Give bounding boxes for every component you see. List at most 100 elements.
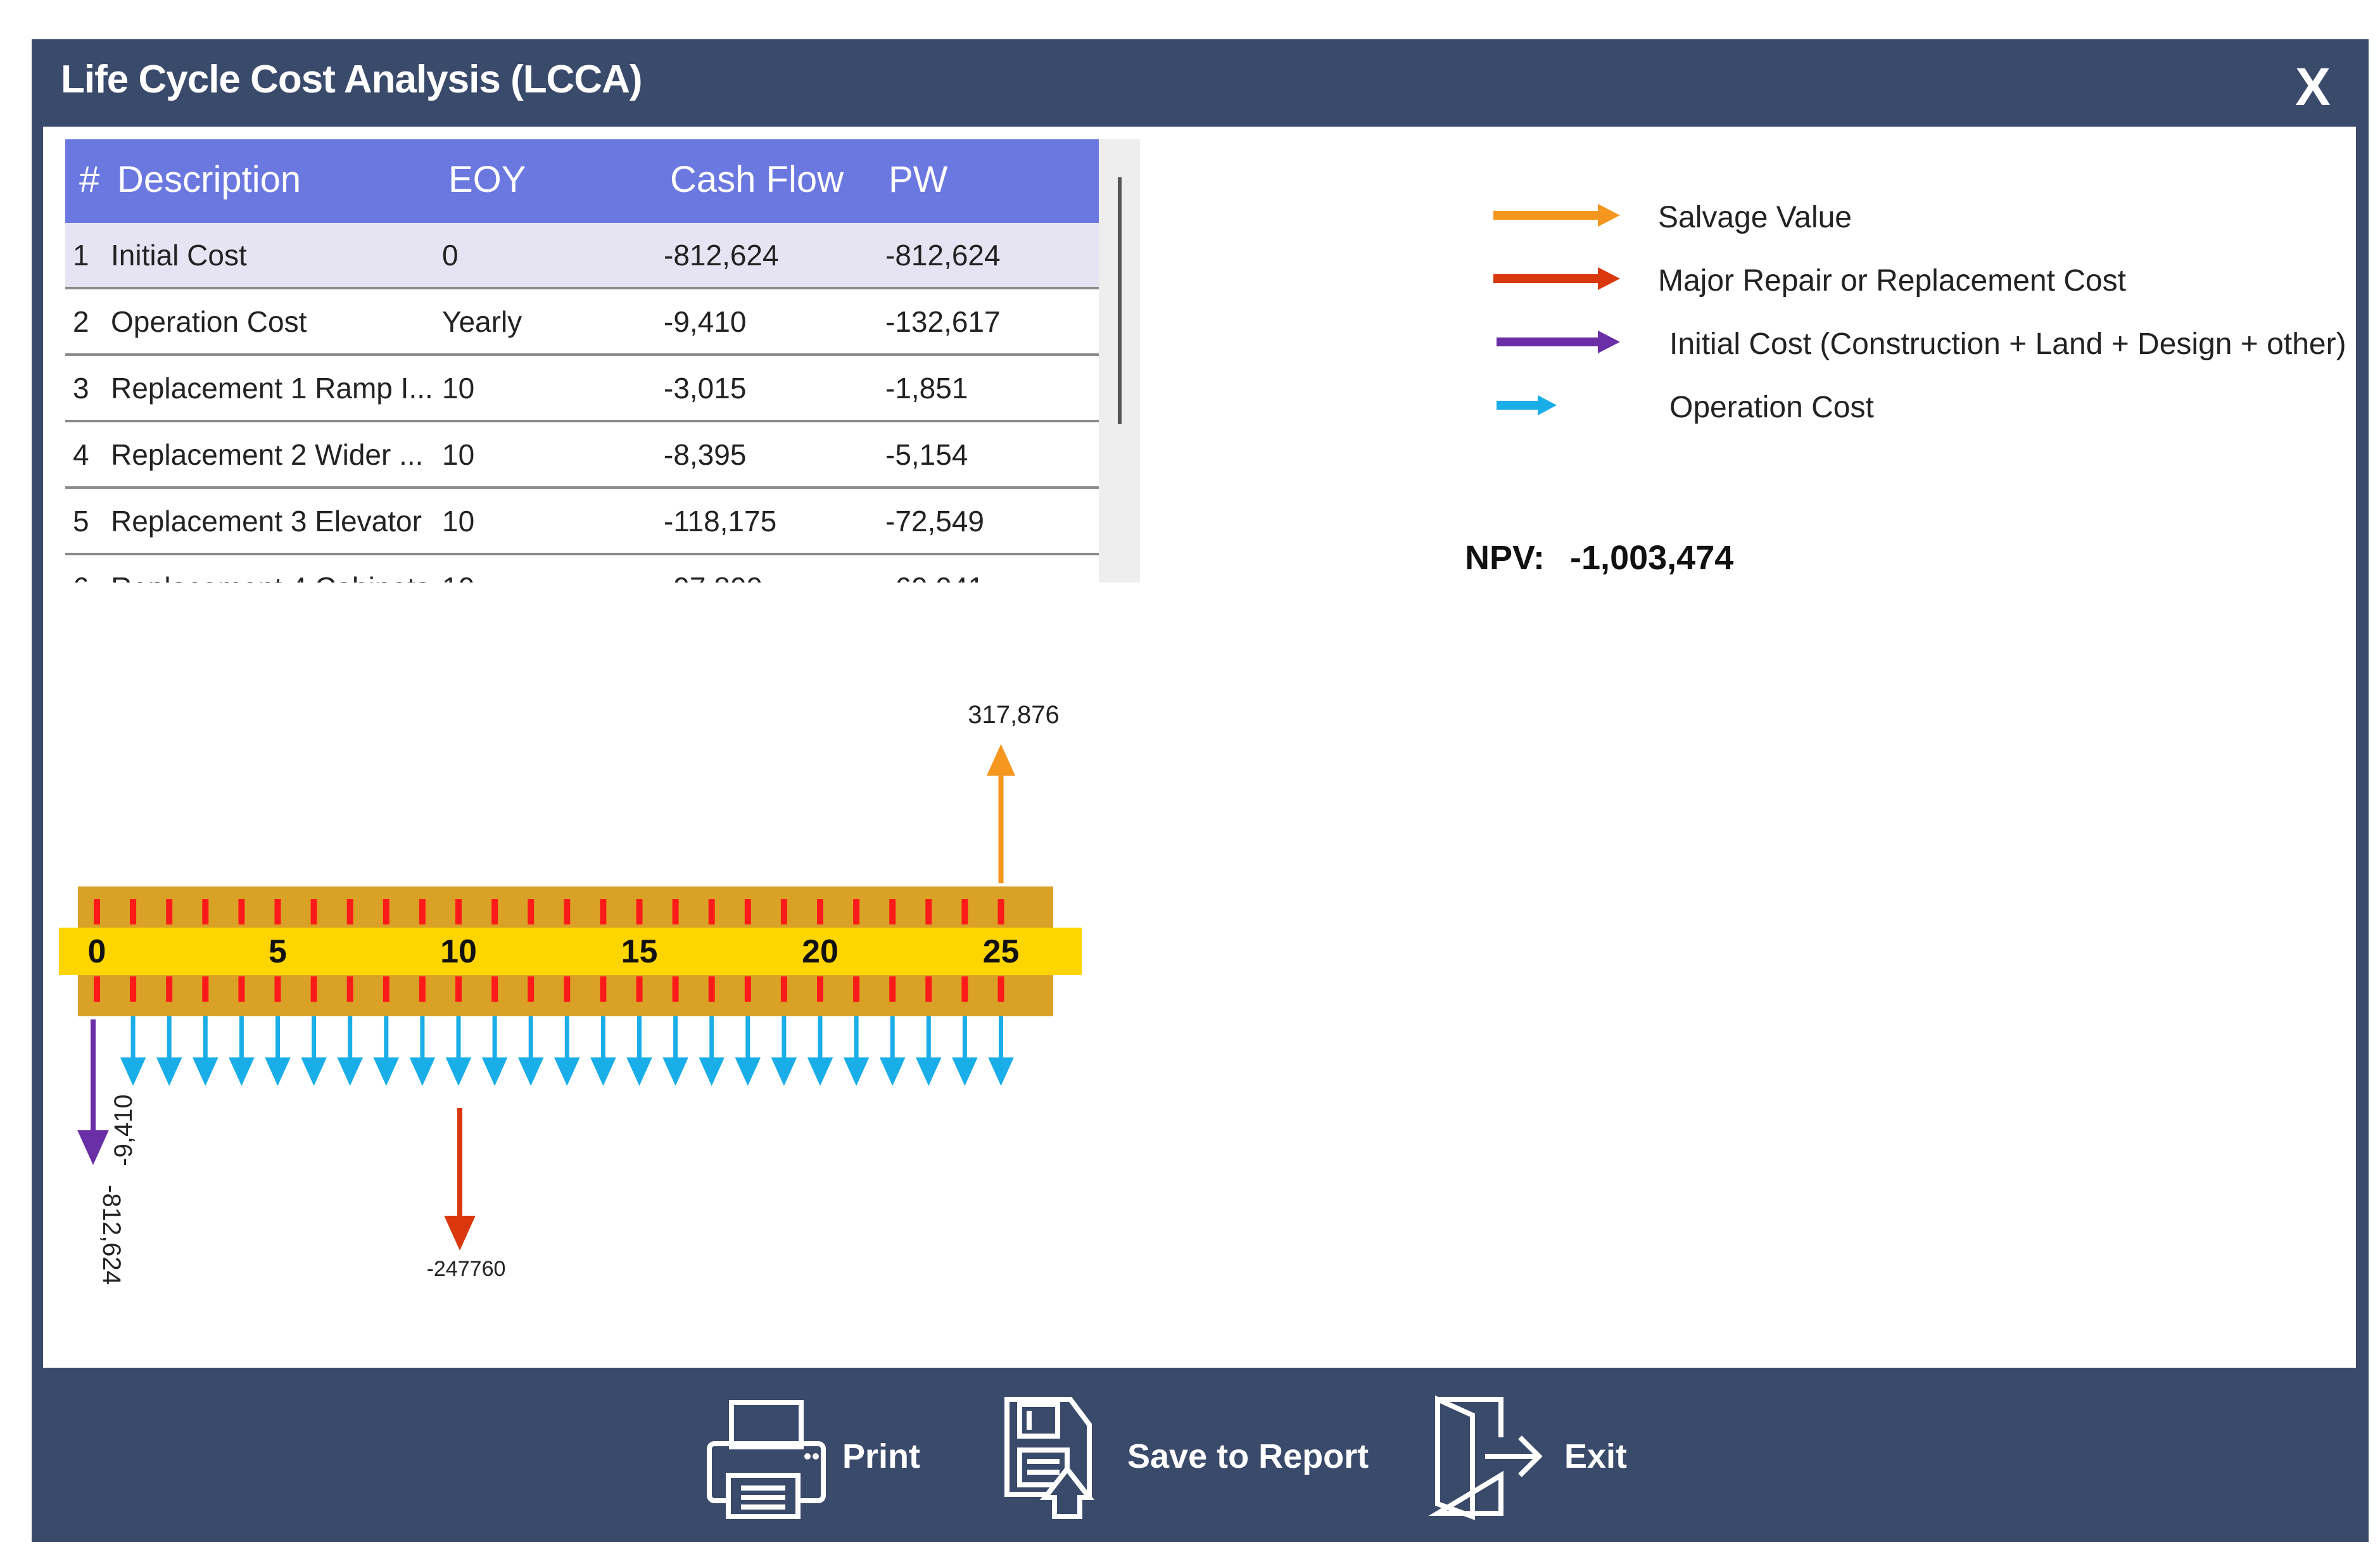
- cell-eoy: 10: [442, 438, 475, 471]
- operation-arrow-head: [193, 1057, 218, 1086]
- year-label: 15: [621, 933, 658, 970]
- year-tick-top: [274, 899, 281, 924]
- operation-arrow-head: [988, 1057, 1014, 1086]
- year-tick-top: [672, 899, 679, 924]
- year-tick-top: [708, 899, 715, 924]
- exit-label: Exit: [1564, 1437, 1628, 1475]
- header-description[interactable]: Description: [117, 158, 301, 201]
- operation-arrow-head: [771, 1057, 797, 1086]
- operation-arrow-head: [916, 1057, 942, 1086]
- initial-cost-arrow-head: [77, 1130, 109, 1165]
- year-tick-top: [130, 899, 137, 924]
- cell-cash-flow: -118,175: [664, 505, 777, 538]
- content-area: # Description EOY Cash Flow PW 1 Initial…: [43, 127, 2356, 1368]
- operation-arrow-head: [301, 1057, 327, 1086]
- printer-icon: [707, 1400, 826, 1519]
- table-row[interactable]: 4 Replacement 2 Wider ... 10 -8,395 -5,1…: [65, 422, 1099, 489]
- table-row[interactable]: 3 Replacement 1 Ramp I... 10 -3,015 -1,8…: [65, 356, 1099, 422]
- operation-arrow-head: [156, 1057, 182, 1086]
- table-row[interactable]: 6 Replacement 4 Cabinets 10 -97,800 -60,…: [65, 555, 1099, 583]
- table-header: # Description EOY Cash Flow PW: [65, 139, 1099, 223]
- operation-arrow-head: [662, 1057, 688, 1086]
- print-button[interactable]: Print: [703, 1393, 920, 1520]
- header-cash-flow[interactable]: Cash Flow: [670, 158, 844, 201]
- operation-arrow-head: [843, 1057, 870, 1086]
- year-tick-bottom: [780, 976, 787, 1002]
- cell-num: 5: [73, 505, 89, 538]
- cell-num: 4: [73, 438, 89, 471]
- legend-label: Operation Cost: [1669, 391, 1874, 424]
- close-button[interactable]: X: [2288, 58, 2338, 115]
- year-tick-bottom: [925, 976, 932, 1002]
- year-tick-bottom: [636, 976, 643, 1002]
- year-tick-top: [997, 899, 1004, 924]
- table-scrollbar[interactable]: [1099, 139, 1140, 583]
- cell-cash-flow: -97,800: [664, 571, 763, 583]
- exit-button[interactable]: Exit: [1425, 1393, 1627, 1520]
- operation-arrow-head: [554, 1057, 580, 1086]
- year-tick-top: [455, 899, 462, 924]
- operation-arrow-head: [120, 1057, 146, 1086]
- operation-arrow-head: [952, 1057, 978, 1086]
- cell-eoy: 0: [442, 239, 459, 272]
- year-tick-bottom: [744, 976, 751, 1002]
- year-tick-bottom: [528, 976, 535, 1002]
- year-tick-top: [310, 899, 317, 924]
- title-bar: Life Cycle Cost Analysis (LCCA) X: [32, 39, 2369, 127]
- blue-arrow-icon: [1497, 395, 1557, 415]
- cell-cash-flow: -8,395: [664, 438, 747, 471]
- year-tick-top: [238, 899, 245, 924]
- cell-pw: -60,041: [885, 571, 984, 583]
- year-tick-top: [925, 899, 932, 924]
- lcca-window: Life Cycle Cost Analysis (LCCA) X # Desc…: [32, 39, 2369, 1542]
- header-eoy[interactable]: EOY: [448, 158, 526, 201]
- year-label: 25: [983, 933, 1020, 970]
- operation-arrow-head: [229, 1057, 255, 1086]
- cell-eoy: 10: [442, 571, 474, 583]
- year-tick-top: [564, 899, 571, 924]
- year-tick-top: [491, 899, 498, 924]
- cell-pw: -132,617: [885, 305, 1001, 338]
- save-label: Save to Report: [1127, 1437, 1369, 1475]
- operation-arrow-head: [517, 1057, 544, 1086]
- salvage-arrow-head: [987, 744, 1015, 776]
- legend-label: Salvage Value: [1658, 201, 1852, 234]
- year-tick-bottom: [166, 976, 173, 1002]
- purple-arrow-icon: [1497, 331, 1620, 353]
- save-report-icon: [1004, 1397, 1095, 1519]
- year-tick-bottom: [961, 976, 968, 1002]
- header-pw[interactable]: PW: [889, 158, 947, 201]
- table-row[interactable]: 2 Operation Cost Yearly -9,410 -132,617: [65, 289, 1099, 356]
- replacement-label: -247760: [427, 1257, 506, 1281]
- cell-pw: -1,851: [885, 372, 968, 405]
- operation-arrow-head: [265, 1057, 291, 1086]
- year-label: 10: [440, 933, 477, 970]
- timeline-axis: [59, 928, 1082, 975]
- salvage-label: 317,876: [968, 701, 1060, 729]
- operation-arrow-head: [807, 1057, 833, 1086]
- save-to-report-button[interactable]: Save to Report: [994, 1393, 1369, 1520]
- cell-description: Replacement 1 Ramp I...: [111, 372, 433, 405]
- cell-num: 2: [73, 305, 89, 338]
- year-tick-top: [346, 899, 353, 924]
- cell-cash-flow: -3,015: [664, 372, 747, 405]
- cell-cash-flow: -9,410: [664, 305, 747, 338]
- scrollbar-thumb[interactable]: [1118, 177, 1122, 424]
- print-label: Print: [842, 1437, 921, 1475]
- year-tick-bottom: [419, 976, 426, 1002]
- year-tick-top: [419, 899, 426, 924]
- footer-toolbar: Print Save to Report Exit: [32, 1368, 2369, 1542]
- table-row[interactable]: 1 Initial Cost 0 -812,624 -812,624: [65, 223, 1099, 289]
- year-tick-top: [780, 899, 787, 924]
- npv-readout: NPV: -1,003,474: [1465, 538, 1733, 577]
- year-tick-bottom: [672, 976, 679, 1002]
- operation-arrow-head: [879, 1057, 906, 1086]
- year-label: 20: [802, 933, 839, 970]
- cell-eoy: Yearly: [442, 305, 522, 338]
- table-row[interactable]: 5 Replacement 3 Elevator 10 -118,175 -72…: [65, 489, 1099, 555]
- year-tick-bottom: [491, 976, 498, 1002]
- year-tick-bottom: [202, 976, 209, 1002]
- replacement-arrow-head: [444, 1216, 476, 1251]
- year-tick-bottom: [600, 976, 607, 1002]
- year-tick-bottom: [238, 976, 245, 1002]
